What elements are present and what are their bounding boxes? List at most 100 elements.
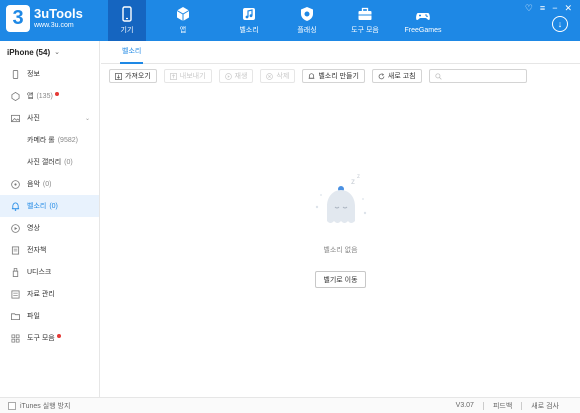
sidebar-item-label: 정보	[27, 71, 40, 78]
phone-icon	[122, 6, 132, 22]
nav-ringtones[interactable]: 벨소리	[220, 0, 278, 41]
make-ringtone-label: 벨소리 만들기	[318, 73, 359, 80]
usb-icon	[12, 267, 19, 277]
gamepad-icon	[416, 12, 430, 20]
sidebar-item-files[interactable]: 파일	[0, 305, 99, 327]
sidebar-item-count: (0)	[64, 158, 73, 166]
minimize-icon[interactable]: −	[552, 3, 557, 14]
nav-freegames[interactable]: FreeGames	[394, 0, 452, 41]
sidebar-item-label: 앱	[27, 93, 34, 100]
itunes-label: iTunes 실행 방지	[20, 402, 71, 410]
sidebar-item-info[interactable]: 정보	[0, 63, 99, 85]
sidebar-item-udisk[interactable]: U디스크	[0, 261, 99, 283]
sidebar-item-label: U디스크	[27, 269, 52, 276]
check-update-link[interactable]: 새로 검사	[522, 401, 568, 411]
sidebar-item-photo-gallery[interactable]: 사진 갤러리 (0)	[0, 151, 99, 173]
photo-icon	[11, 114, 20, 122]
sidebar-item-data-management[interactable]: 자료 관리	[0, 283, 99, 305]
make-ringtone-button[interactable]: 벨소리 만들기	[302, 69, 365, 83]
apps-icon	[11, 91, 20, 101]
export-label: 내보내기	[179, 73, 206, 80]
sidebar-item-music[interactable]: 음악 (0)	[0, 173, 99, 195]
sidebar-item-count: (135)	[36, 92, 53, 100]
sidebar-item-toolbox[interactable]: 도구 모음	[0, 327, 99, 349]
music-icon	[11, 179, 20, 189]
sidebar: iPhone (54) ⌄ 정보 앱 (135) 사진 ⌄ 카메라 롤 (958…	[0, 41, 100, 397]
export-icon	[169, 72, 177, 80]
sidebar-item-label: 도구 모음	[27, 335, 55, 342]
play-button[interactable]: 재생	[218, 69, 254, 83]
empty-state: z z 벨소리 없음 벨기로 이동	[101, 169, 580, 288]
shirt-icon[interactable]: ♡	[525, 3, 533, 14]
tab-bar: 벨소리	[101, 41, 580, 64]
nav-label: FreeGames	[404, 26, 442, 34]
video-icon	[11, 223, 20, 233]
version-label: V3.07	[455, 402, 474, 409]
sidebar-item-count: (0)	[42, 180, 52, 188]
main-panel: 벨소리 가져오기 내보내기 재생 삭제 벨소리 만들기 새로 고침 z z 벨소…	[101, 41, 580, 397]
sidebar-item-label: 카메라 롤	[27, 137, 55, 144]
shield-icon	[301, 7, 313, 21]
top-bar: 3 3uTools www.3u.com 기기 앱 벨소리 플래싱 도구 모음	[0, 0, 580, 41]
sidebar-item-label: 벨소리	[27, 203, 47, 210]
music-note-icon	[243, 8, 255, 20]
itunes-checkbox[interactable]	[8, 401, 16, 410]
chevron-down-icon[interactable]: ⌄	[85, 115, 90, 122]
chevron-down-icon: ⌄	[54, 49, 60, 56]
search-icon	[435, 72, 442, 80]
nav-device[interactable]: 기기	[108, 0, 146, 41]
book-icon	[11, 245, 20, 255]
app-url: www.3u.com	[34, 21, 74, 29]
sidebar-item-label: 사진 갤러리	[27, 159, 62, 166]
search-input[interactable]	[444, 72, 525, 80]
nav-label: 앱	[179, 27, 187, 34]
sidebar-item-ringtones[interactable]: 벨소리 (0)	[0, 195, 99, 217]
device-selector[interactable]: iPhone (54) ⌄	[0, 41, 99, 63]
nav-apps[interactable]: 앱	[146, 0, 220, 41]
import-label: 가져오기	[125, 73, 151, 80]
refresh-icon	[378, 72, 385, 79]
menu-icon[interactable]: ≡	[540, 3, 545, 14]
cube-icon	[176, 7, 190, 21]
svg-text:z: z	[357, 174, 360, 180]
import-button[interactable]: 가져오기	[109, 69, 157, 83]
sidebar-item-label: 사진	[27, 115, 40, 122]
goto-ringtones-button[interactable]: 벨기로 이동	[315, 271, 366, 288]
sidebar-item-camera-roll[interactable]: 카메라 롤 (9582)	[0, 129, 99, 151]
close-icon[interactable]: ✕	[564, 3, 572, 14]
device-name: iPhone (54)	[7, 47, 51, 57]
data-icon	[11, 289, 20, 299]
sidebar-item-count: (9582)	[57, 136, 78, 144]
sidebar-item-label: 자료 관리	[27, 291, 55, 298]
nav-label: 플래싱	[297, 27, 317, 34]
feedback-link[interactable]: 피드백	[484, 401, 521, 411]
status-bar: iTunes 실행 방지 V3.07 피드백 새로 검사	[0, 397, 580, 413]
nav-label: 기기	[120, 27, 134, 34]
sidebar-item-label: 영상	[27, 225, 40, 232]
nav-toolbox[interactable]: 도구 모음	[336, 0, 394, 41]
logo-badge: 3	[6, 5, 30, 32]
notification-dot	[54, 91, 59, 96]
sidebar-item-ebooks[interactable]: 전자책	[0, 239, 99, 261]
window-controls: ♡ ≡ − ✕	[525, 3, 572, 14]
refresh-button[interactable]: 새로 고침	[371, 69, 422, 83]
ghost-bell-illustration: z z	[315, 174, 366, 223]
sidebar-item-label: 음악	[27, 181, 40, 188]
svg-text:z: z	[351, 177, 355, 186]
search-box[interactable]	[428, 69, 527, 83]
refresh-label: 새로 고침	[387, 73, 416, 80]
sidebar-item-video[interactable]: 영상	[0, 217, 99, 239]
sidebar-item-label: 전자책	[27, 247, 47, 254]
app-name: 3uTools	[34, 6, 83, 21]
sidebar-item-photos[interactable]: 사진 ⌄	[0, 107, 99, 129]
sidebar-item-apps[interactable]: 앱 (135)	[0, 85, 99, 107]
delete-button[interactable]: 삭제	[260, 69, 296, 83]
notification-dot	[56, 333, 61, 338]
bell-icon	[11, 201, 20, 211]
nav-flash[interactable]: 플래싱	[278, 0, 336, 41]
toolbar: 가져오기 내보내기 재생 삭제 벨소리 만들기 새로 고침	[101, 64, 580, 88]
export-button[interactable]: 내보내기	[163, 69, 212, 83]
tab-ringtones[interactable]: 벨소리	[120, 41, 144, 64]
download-icon[interactable]: ↓	[552, 16, 568, 32]
nav-label: 벨소리	[239, 27, 259, 34]
